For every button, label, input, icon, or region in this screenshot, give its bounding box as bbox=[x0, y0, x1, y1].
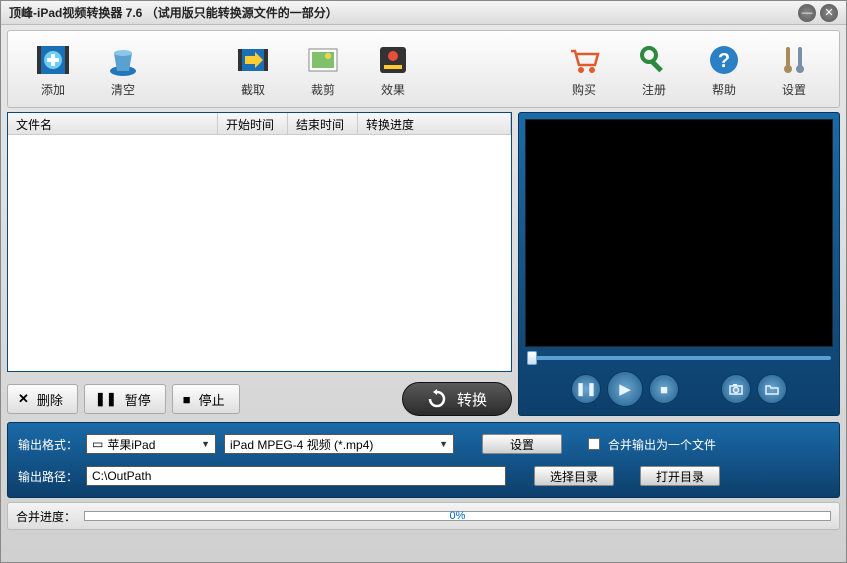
effect-icon bbox=[374, 41, 412, 79]
svg-text:?: ? bbox=[718, 50, 730, 72]
seek-slider[interactable] bbox=[525, 347, 833, 369]
close-button[interactable]: ✕ bbox=[820, 4, 838, 22]
buy-label: 购买 bbox=[572, 81, 596, 98]
crop-icon bbox=[304, 41, 342, 79]
open-dir-button[interactable]: 打开目录 bbox=[640, 466, 720, 486]
convert-button[interactable]: 转换 bbox=[402, 382, 512, 416]
player-stop-button[interactable]: ■ bbox=[649, 374, 679, 404]
chevron-down-icon: ▼ bbox=[439, 439, 448, 449]
path-label: 输出路径： bbox=[18, 468, 78, 485]
output-panel: 输出格式： ▭ 苹果iPad ▼ iPad MPEG-4 视频 (*.mp4) … bbox=[7, 422, 840, 498]
device-icon: ▭ bbox=[92, 437, 103, 451]
add-icon bbox=[34, 41, 72, 79]
col-start[interactable]: 开始时间 bbox=[218, 113, 288, 134]
buy-button[interactable]: 购买 bbox=[549, 41, 619, 98]
video-preview bbox=[525, 119, 833, 347]
merge-checkbox[interactable] bbox=[588, 438, 600, 450]
pause-button[interactable]: ❚❚暂停 bbox=[84, 384, 166, 414]
player-play-button[interactable]: ▶ bbox=[607, 371, 643, 407]
format-settings-button[interactable]: 设置 bbox=[482, 434, 562, 454]
capture-icon bbox=[234, 41, 272, 79]
choose-dir-button[interactable]: 选择目录 bbox=[534, 466, 614, 486]
clear-icon bbox=[104, 41, 142, 79]
col-filename[interactable]: 文件名 bbox=[8, 113, 218, 134]
register-icon bbox=[635, 41, 673, 79]
crop-label: 裁剪 bbox=[311, 81, 335, 98]
stop-button[interactable]: ■停止 bbox=[172, 384, 240, 414]
device-select[interactable]: ▭ 苹果iPad ▼ bbox=[86, 434, 216, 454]
settings-button[interactable]: 设置 bbox=[759, 41, 829, 98]
col-progress[interactable]: 转换进度 bbox=[358, 113, 511, 134]
add-button[interactable]: 添加 bbox=[18, 41, 88, 98]
help-button[interactable]: ? 帮助 bbox=[689, 41, 759, 98]
register-label: 注册 bbox=[642, 81, 666, 98]
settings-label: 设置 bbox=[782, 81, 806, 98]
effect-label: 效果 bbox=[381, 81, 405, 98]
col-end[interactable]: 结束时间 bbox=[288, 113, 358, 134]
list-header: 文件名 开始时间 结束时间 转换进度 bbox=[8, 113, 511, 135]
settings-icon bbox=[775, 41, 813, 79]
merge-progress-bar: 0% bbox=[84, 511, 831, 521]
format-label: 输出格式： bbox=[18, 436, 78, 453]
register-button[interactable]: 注册 bbox=[619, 41, 689, 98]
window-title: 顶峰-iPad视频转换器 7.6 （试用版只能转换源文件的一部分） bbox=[9, 4, 794, 21]
preview-panel: ❚❚ ▶ ■ bbox=[518, 112, 840, 416]
titlebar: 顶峰-iPad视频转换器 7.6 （试用版只能转换源文件的一部分） — ✕ bbox=[1, 1, 846, 25]
stop-icon: ■ bbox=[183, 392, 191, 407]
effect-button[interactable]: 效果 bbox=[358, 41, 428, 98]
progress-value: 0% bbox=[450, 510, 466, 522]
file-list[interactable]: 文件名 开始时间 结束时间 转换进度 bbox=[7, 112, 512, 372]
progress-label: 合并进度： bbox=[16, 508, 76, 525]
pause-icon: ❚❚ bbox=[95, 391, 117, 407]
buy-icon bbox=[565, 41, 603, 79]
chevron-down-icon: ▼ bbox=[201, 439, 210, 449]
main-toolbar: 添加 清空 截取 裁剪 效果 购买 注册 ? 帮助 bbox=[7, 30, 840, 108]
crop-button[interactable]: 裁剪 bbox=[288, 41, 358, 98]
merge-label: 合并输出为一个文件 bbox=[608, 436, 716, 453]
footer: 合并进度： 0% bbox=[7, 502, 840, 530]
capture-button[interactable]: 截取 bbox=[218, 41, 288, 98]
delete-button[interactable]: ✕删除 bbox=[7, 384, 78, 414]
path-input[interactable]: C:\OutPath bbox=[86, 466, 506, 486]
capture-label: 截取 bbox=[241, 81, 265, 98]
slider-thumb[interactable] bbox=[527, 351, 537, 365]
help-icon: ? bbox=[705, 41, 743, 79]
snapshot-button[interactable] bbox=[721, 374, 751, 404]
codec-select[interactable]: iPad MPEG-4 视频 (*.mp4) ▼ bbox=[224, 434, 454, 454]
help-label: 帮助 bbox=[712, 81, 736, 98]
x-icon: ✕ bbox=[18, 391, 29, 407]
add-label: 添加 bbox=[41, 81, 65, 98]
refresh-icon bbox=[427, 389, 447, 409]
minimize-button[interactable]: — bbox=[798, 4, 816, 22]
open-folder-button[interactable] bbox=[757, 374, 787, 404]
player-pause-button[interactable]: ❚❚ bbox=[571, 374, 601, 404]
clear-label: 清空 bbox=[111, 81, 135, 98]
app-window: 顶峰-iPad视频转换器 7.6 （试用版只能转换源文件的一部分） — ✕ 添加… bbox=[0, 0, 847, 563]
clear-button[interactable]: 清空 bbox=[88, 41, 158, 98]
